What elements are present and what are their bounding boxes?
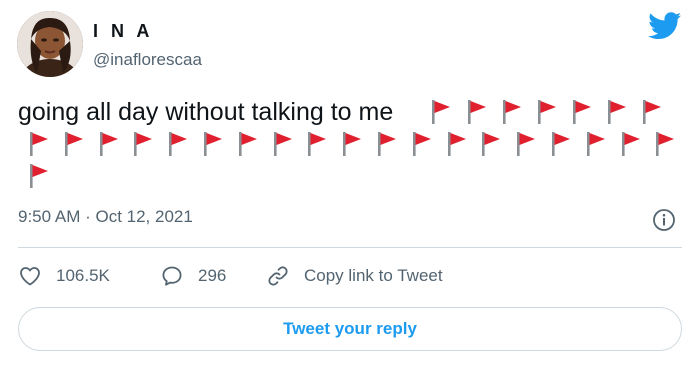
red-flag-icon xyxy=(538,100,556,124)
link-icon xyxy=(268,266,288,286)
copy-link-button[interactable]: Copy link to Tweet xyxy=(266,264,443,288)
red-flag-icon xyxy=(412,132,431,156)
reply-count: 296 xyxy=(198,266,227,285)
twitter-bird-icon[interactable] xyxy=(648,12,682,40)
copy-link-label: Copy link to Tweet xyxy=(304,266,443,285)
red-flag-icon xyxy=(238,132,257,156)
red-flag-icon xyxy=(552,132,570,156)
red-flag-icon xyxy=(30,164,48,188)
red-flag-icon xyxy=(30,132,48,156)
divider xyxy=(18,247,682,248)
profile-photo xyxy=(17,11,83,77)
red-flag-icon xyxy=(586,132,605,156)
heart-icon xyxy=(20,267,40,286)
red-flag-icon xyxy=(204,132,222,156)
red-flag-icon xyxy=(343,132,362,156)
red-flag-icon xyxy=(273,132,292,156)
red-flag-icon xyxy=(169,132,188,156)
tweet-timestamp[interactable]: 9:50 AM · Oct 12, 2021 xyxy=(18,207,193,227)
red-flag-icon xyxy=(308,132,327,156)
info-icon[interactable] xyxy=(652,208,676,232)
red-flag-icon xyxy=(656,132,675,156)
tweet-text: going all day without talking to me xyxy=(18,98,394,126)
red-flag-icon xyxy=(621,132,640,156)
red-flag-icon xyxy=(64,132,83,156)
red-flag-icon xyxy=(432,100,450,124)
red-flag-icon xyxy=(573,100,591,124)
speech-bubble-icon xyxy=(162,266,182,286)
red-flag-icon xyxy=(447,132,466,156)
red-flag-icon xyxy=(482,132,501,156)
author-name[interactable]: I N A xyxy=(93,21,153,42)
red-flag-icon xyxy=(134,132,153,156)
like-button[interactable]: 106.5K xyxy=(18,264,110,288)
red-flag-icon xyxy=(517,132,536,156)
red-flag-icon xyxy=(643,100,661,124)
red-flag-icon xyxy=(378,132,396,156)
red-flag-icon xyxy=(99,132,118,156)
reply-button[interactable]: 296 xyxy=(160,264,226,288)
red-flag-icon xyxy=(608,100,626,124)
red-flag-icon xyxy=(468,100,486,124)
avatar[interactable] xyxy=(17,11,83,77)
like-count: 106.5K xyxy=(56,266,110,285)
red-flag-icon xyxy=(503,100,521,124)
author-handle[interactable]: @inaflorescaa xyxy=(93,50,202,70)
tweet-your-reply-button[interactable]: Tweet your reply xyxy=(18,307,682,351)
